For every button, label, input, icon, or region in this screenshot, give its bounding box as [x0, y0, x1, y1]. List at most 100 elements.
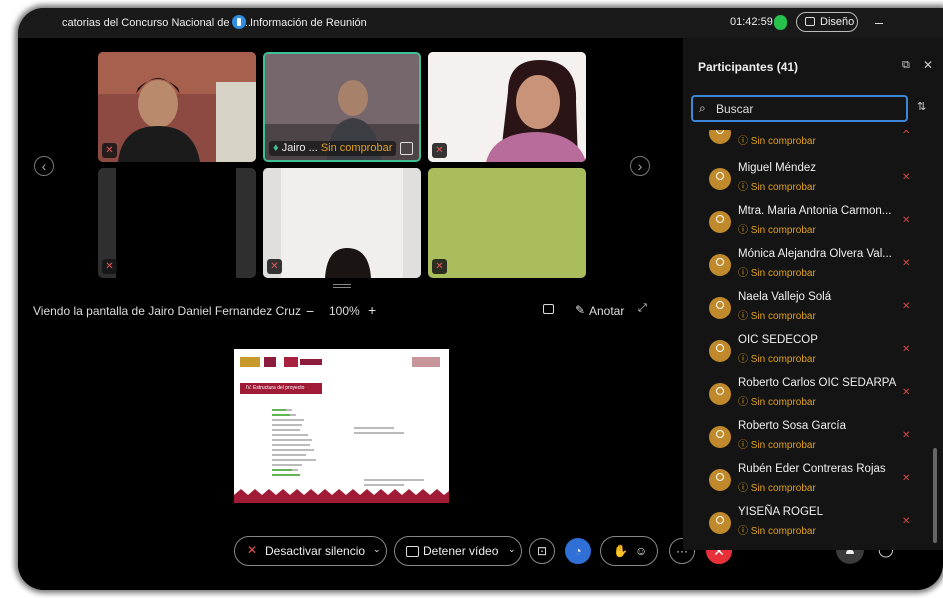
participant-status: ⓘ Sin comprobar — [738, 440, 816, 451]
video-tile[interactable]: ✕ — [98, 52, 256, 162]
zoom-level: 100% — [329, 304, 360, 318]
tile-participant-status: Sin comprobar — [320, 142, 393, 154]
participant-name: Roberto Sosa García — [738, 420, 847, 432]
meeting-info-link[interactable]: Información de Reunión — [250, 17, 367, 29]
participant-name: Mónica Alejandra Olvera Val... — [738, 248, 892, 260]
avatar — [709, 426, 731, 448]
muted-mic-icon: ✕ — [902, 344, 911, 355]
video-tile[interactable]: ✕ — [98, 168, 256, 278]
list-item[interactable]: Mtra. Maria Antonia Carmon... ⓘ Sin comp… — [683, 205, 933, 245]
participant-status: ⓘ Sin comprobar — [738, 311, 816, 322]
unmute-button[interactable]: ✕ Desactivar silencio ⌄ — [234, 536, 387, 566]
avatar — [709, 469, 731, 491]
muted-mic-icon: ✕ — [902, 387, 911, 398]
annotate-button[interactable]: Anotar — [589, 304, 624, 318]
avatar — [709, 211, 731, 233]
layout-button[interactable]: Diseño — [796, 12, 858, 32]
unmute-label: Desactivar silencio — [265, 544, 366, 558]
muted-mic-icon: ✕ — [902, 301, 911, 312]
fullscreen-icon[interactable]: ⤢ — [638, 302, 647, 315]
avatar — [709, 254, 731, 276]
participant-name: Miguel Méndez — [738, 162, 816, 174]
search-input[interactable]: ⌕ Buscar — [691, 95, 908, 122]
viewing-label: Viendo la pantalla de Jairo Daniel Ferna… — [33, 304, 301, 318]
muted-mic-icon: ✕ — [432, 259, 447, 274]
list-item[interactable]: OIC SEDECOP ⓘ Sin comprobar ✕ — [683, 334, 933, 374]
tile-name-label: ♦ Jairo ... Sin comprobar — [269, 141, 397, 156]
share-options-icon[interactable] — [543, 304, 554, 314]
info-icon[interactable] — [232, 15, 246, 29]
popout-icon[interactable]: ⧉ — [902, 59, 910, 72]
share-button[interactable]: ⊡ — [529, 538, 555, 564]
list-item[interactable]: Roberto Carlos OIC SEDARPA ⓘ Sin comprob… — [683, 377, 933, 417]
participant-name: YISEÑA ROGEL — [738, 506, 824, 518]
meeting-timer: 01:42:59 — [730, 16, 773, 28]
raise-hand-icon[interactable]: ✋ — [613, 544, 628, 558]
participant-status: ⓘ Sin comprobar — [738, 526, 816, 537]
prev-page-icon[interactable]: ‹ — [34, 156, 54, 176]
participant-name: Roberto Carlos OIC SEDARPA — [738, 377, 897, 389]
sort-icon[interactable]: ⇅ — [917, 100, 926, 113]
search-placeholder: Buscar — [716, 102, 754, 116]
participant-status: ⓘ Sin comprobar — [738, 136, 816, 147]
muted-mic-icon: ✕ — [432, 143, 447, 158]
mic-muted-icon: ✕ — [247, 543, 258, 557]
avatar — [709, 130, 731, 144]
list-item[interactable]: Miguel Méndez ⓘ Sin comprobar ✕ — [683, 162, 933, 202]
participant-scrollbar[interactable] — [933, 448, 937, 543]
minimize-icon[interactable] — [875, 23, 883, 24]
chevron-down-icon: ⌄ — [508, 544, 516, 554]
muted-mic-icon: ✕ — [902, 516, 911, 527]
list-item[interactable]: YISEÑA ROGEL ⓘ Sin comprobar ✕ — [683, 506, 933, 546]
ai-assistant-icon[interactable]: ◔ — [565, 538, 591, 564]
list-item[interactable]: Naela Vallejo Solá ⓘ Sin comprobar ✕ — [683, 291, 933, 331]
video-tile[interactable]: ✕ — [428, 52, 586, 162]
video-stage: ‹ › ✕ ♦ Jairo ... Sin comprobar ✕ ✕ ✕ ✕ … — [18, 38, 668, 590]
muted-mic-icon: ✕ — [102, 143, 117, 158]
muted-mic-icon: ✕ — [902, 258, 911, 269]
participant-status: ⓘ Sin comprobar — [738, 354, 816, 365]
share-indicator-icon — [400, 142, 413, 155]
video-tile[interactable]: ✕ — [263, 168, 421, 278]
video-tile-active[interactable]: ♦ Jairo ... Sin comprobar — [263, 52, 421, 162]
annotate-icon[interactable]: ✎ — [575, 303, 585, 317]
emoji-icon[interactable]: ☺ — [635, 544, 647, 558]
title-bar: catorias del Concurso Nacional de Tr... … — [18, 8, 943, 38]
list-item[interactable]: Roberto Sosa García ⓘ Sin comprobar ✕ — [683, 420, 933, 460]
avatar — [709, 168, 731, 190]
avatar — [709, 297, 731, 319]
muted-mic-icon: ✕ — [902, 430, 911, 441]
stop-video-label: Detener vídeo — [423, 544, 499, 558]
resize-handle[interactable] — [333, 284, 351, 288]
tile-participant-name: Jairo ... — [281, 142, 318, 154]
participants-panel: Participantes (41) ⧉ ✕ ⌕ Buscar ⇅ ⓘ Sin … — [683, 38, 943, 550]
share-bar: Viendo la pantalla de Jairo Daniel Ferna… — [18, 298, 668, 328]
next-page-icon[interactable]: › — [630, 156, 650, 176]
close-icon[interactable]: ✕ — [923, 58, 933, 72]
video-tile[interactable]: ✕ — [428, 168, 586, 278]
muted-mic-icon: ✕ — [902, 215, 911, 226]
layout-button-label: Diseño — [820, 16, 855, 28]
participant-status: ⓘ Sin comprobar — [738, 483, 816, 494]
zoom-in-icon[interactable]: + — [368, 302, 376, 318]
slide-heading: IV. Estructura del proyecto — [246, 385, 305, 391]
list-item[interactable]: ⓘ Sin comprobar ✕ — [683, 130, 933, 156]
participant-status: ⓘ Sin comprobar — [738, 182, 816, 193]
participant-video — [98, 52, 256, 162]
participants-title: Participantes (41) — [698, 60, 799, 74]
reactions-group: ✋ ☺ — [600, 536, 658, 566]
muted-mic-icon: ✕ — [902, 130, 911, 137]
muted-mic-icon: ✕ — [102, 259, 117, 274]
participant-video — [116, 168, 236, 278]
list-item[interactable]: Mónica Alejandra Olvera Val... ⓘ Sin com… — [683, 248, 933, 288]
camera-icon — [406, 546, 419, 557]
avatar — [709, 512, 731, 534]
zoom-out-icon[interactable]: − — [306, 303, 314, 319]
avatar — [709, 340, 731, 362]
search-icon: ⌕ — [699, 101, 706, 115]
security-shield-icon[interactable] — [774, 15, 787, 30]
participant-status: ⓘ Sin comprobar — [738, 268, 816, 279]
avatar — [709, 383, 731, 405]
list-item[interactable]: Rubén Eder Contreras Rojas ⓘ Sin comprob… — [683, 463, 933, 503]
stop-video-button[interactable]: Detener vídeo ⌄ — [394, 536, 522, 566]
